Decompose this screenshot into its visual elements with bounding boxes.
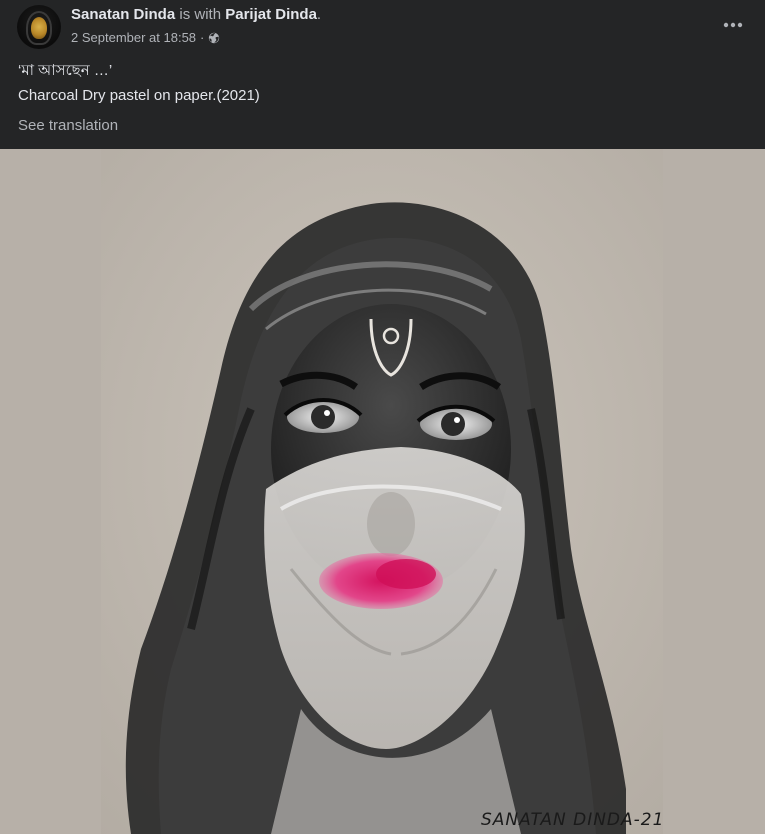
period-text: . [316, 6, 322, 23]
globe-icon[interactable] [208, 32, 220, 44]
tagged-name-link[interactable]: Parijat Dinda [225, 6, 317, 23]
post-caption: ‘মা আসছেন …’ Charcoal Dry pastel on pape… [18, 58, 260, 108]
author-line: Sanatan Dinda is with Parijat Dinda. [71, 6, 321, 23]
post-timestamp-link[interactable]: 2 September at 18:58 [71, 30, 196, 45]
caption-title: ‘মা আসছেন …’ [18, 62, 113, 79]
post-header: Sanatan Dinda is with Parijat Dinda. 2 S… [0, 0, 765, 52]
meta-separator: · [200, 30, 205, 45]
author-name-link[interactable]: Sanatan Dinda [71, 6, 175, 23]
caption-medium: Charcoal Dry pastel on paper.(2021) [18, 87, 260, 104]
avatar-face [31, 17, 47, 39]
artwork-image[interactable]: SANATAN DINDA-21 [101, 149, 663, 834]
artwork-signature: SANATAN DINDA-21 [481, 810, 663, 830]
post-media: SANATAN DINDA-21 [0, 149, 765, 834]
with-text: is with [179, 6, 222, 23]
facebook-post: Sanatan Dinda is with Parijat Dinda. 2 S… [0, 0, 765, 834]
more-horizontal-icon [723, 22, 743, 28]
more-options-button[interactable] [720, 12, 746, 38]
author-avatar[interactable] [17, 5, 61, 49]
post-meta: 2 September at 18:58 · [71, 30, 220, 45]
see-translation-link[interactable]: See translation [18, 117, 118, 134]
